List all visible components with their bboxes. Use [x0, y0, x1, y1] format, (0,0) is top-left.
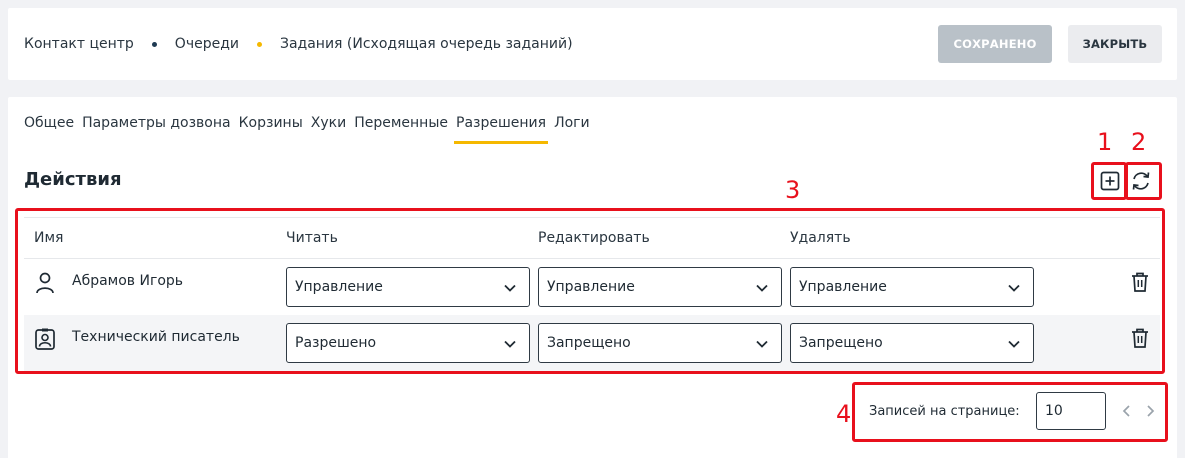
- section-title: Действия: [24, 169, 122, 190]
- tab-permissions[interactable]: Разрешения: [453, 115, 549, 144]
- annotation-number-1: 1: [1097, 128, 1113, 156]
- close-button[interactable]: ЗАКРЫТЬ: [1068, 25, 1162, 63]
- tab-dial-params[interactable]: Параметры дозвона: [82, 115, 231, 140]
- breadcrumb-item-contact-center[interactable]: Контакт центр: [24, 36, 134, 52]
- tab-variables[interactable]: Переменные: [354, 115, 448, 140]
- breadcrumb-separator-dot: [151, 41, 157, 47]
- annotation-number-4: 4: [836, 400, 852, 428]
- annotation-number-3: 3: [785, 176, 801, 204]
- annotation-box-2: [1125, 162, 1162, 200]
- tab-hooks[interactable]: Хуки: [311, 115, 346, 140]
- annotation-box-1: [1091, 162, 1127, 200]
- header-bar: Контакт центр Очереди Задания (Исходящая…: [8, 8, 1177, 80]
- tab-logs[interactable]: Логи: [554, 115, 590, 140]
- tab-buckets[interactable]: Корзины: [239, 115, 303, 140]
- tab-general[interactable]: Общее: [24, 115, 74, 140]
- tab-bar: Общее Параметры дозвона Корзины Хуки Пер…: [24, 115, 598, 144]
- breadcrumb-item-current: Задания (Исходящая очередь заданий): [279, 36, 573, 52]
- annotation-number-2: 2: [1131, 128, 1147, 156]
- breadcrumb: Контакт центр Очереди Задания (Исходящая…: [24, 8, 573, 80]
- saved-button[interactable]: СОХРАНЕНО: [938, 25, 1052, 63]
- annotation-box-4: [852, 382, 1168, 442]
- breadcrumb-separator-dot: [256, 41, 262, 47]
- annotation-box-3: [15, 208, 1165, 374]
- breadcrumb-item-queues[interactable]: Очереди: [175, 36, 239, 52]
